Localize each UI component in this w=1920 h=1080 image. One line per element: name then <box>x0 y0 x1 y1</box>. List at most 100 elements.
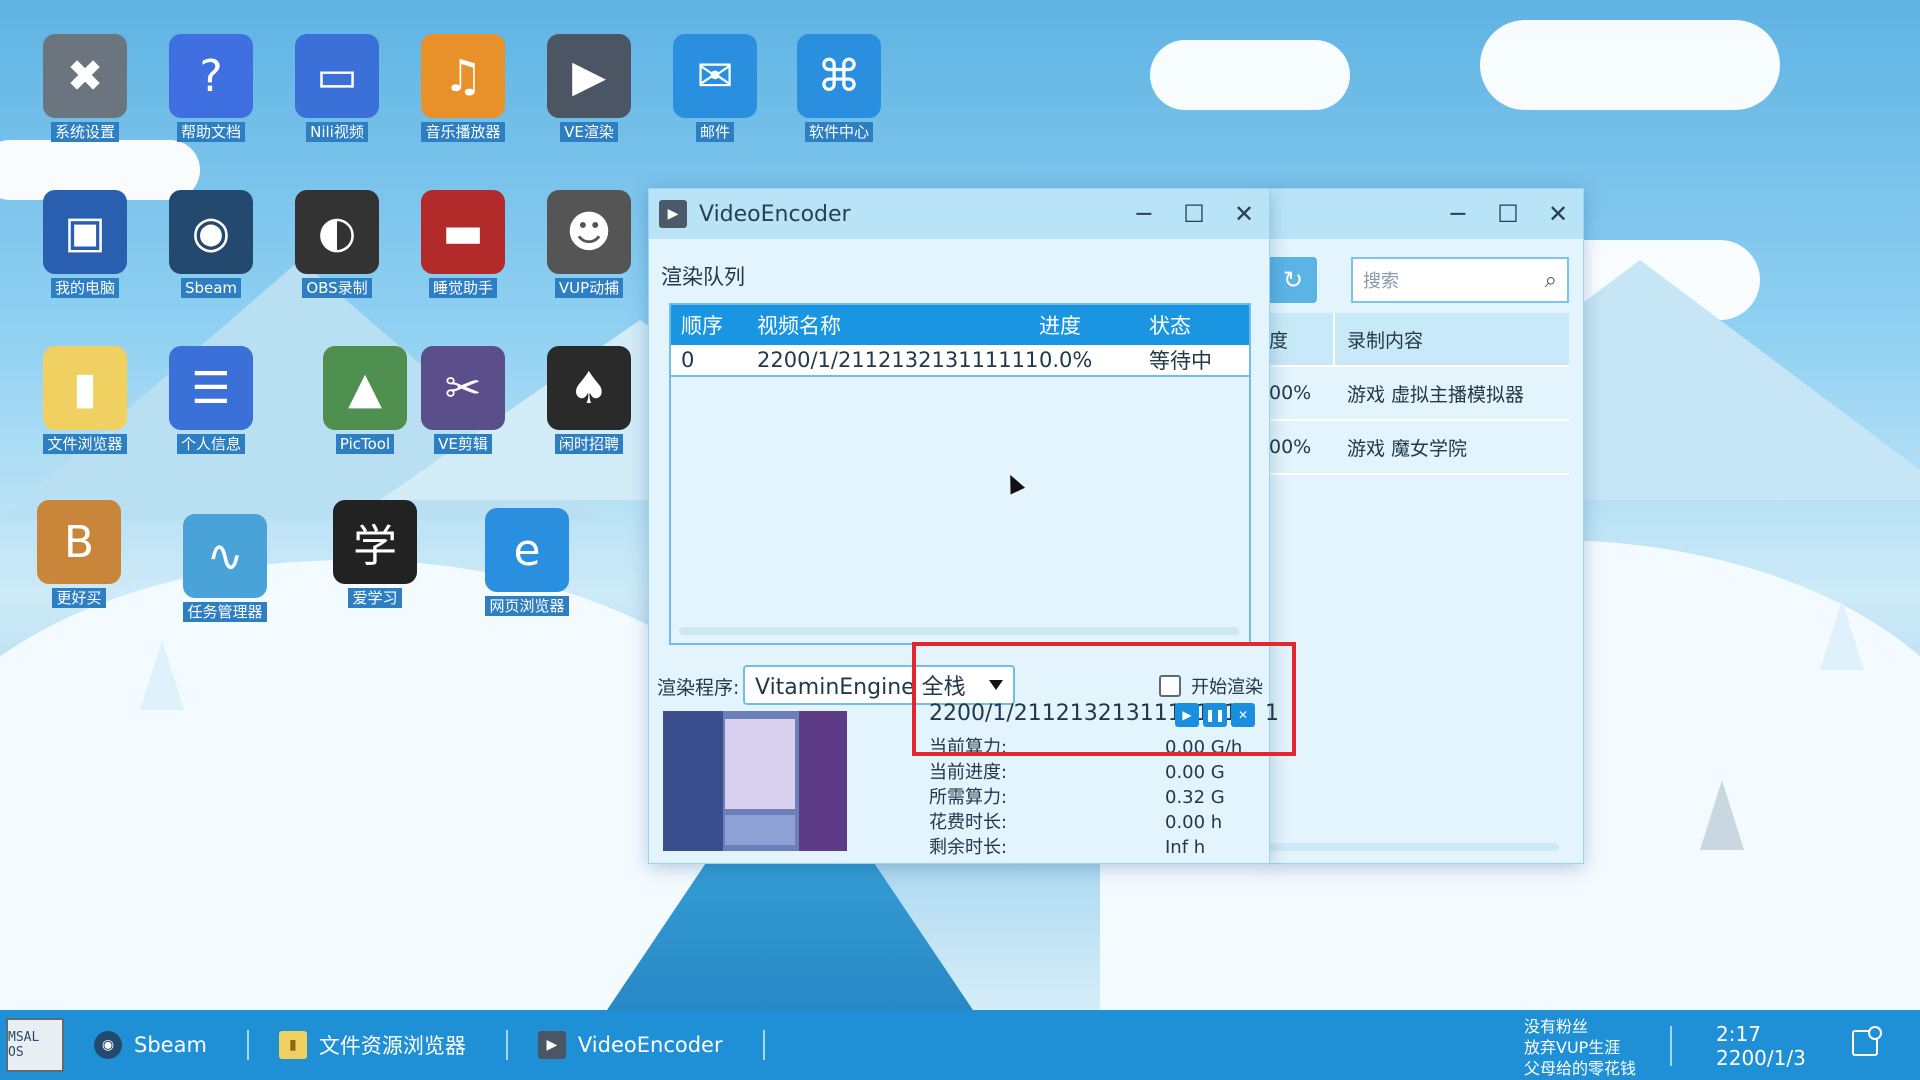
system-clock[interactable]: 2:17 2200/1/3 <box>1716 1022 1806 1070</box>
profile-icon: ☰ <box>169 346 253 430</box>
desktop-icon-study[interactable]: 学爱学习 <box>320 500 430 608</box>
engine-label: 渲染程序: <box>657 677 740 699</box>
taskbar-item-sbeam[interactable]: ◉ Sbeam <box>94 1030 249 1060</box>
minimize-button[interactable]: ─ <box>1433 189 1483 239</box>
browser-icon: e <box>485 508 569 592</box>
column-header-progress: 进度 <box>1039 314 1081 338</box>
encoder-icon: ▶ <box>537 1031 566 1059</box>
desktop-icon-help[interactable]: ? 帮助文档 <box>156 34 266 142</box>
desktop-icon-label: 帮助文档 <box>176 122 245 142</box>
desktop-icon-label: 我的电脑 <box>50 278 119 298</box>
desktop-icon-picture[interactable]: ▲ PicTool <box>310 346 420 454</box>
clock-time: 2:17 <box>1716 1022 1761 1046</box>
tray-message: 放弃VUP生涯 <box>1524 1038 1621 1057</box>
desktop-icon-obs[interactable]: ◐ OBS录制 <box>282 190 392 298</box>
clock-date: 2200/1/3 <box>1716 1046 1806 1070</box>
desktop-icon-encoder[interactable]: ▶ VE渲染 <box>534 34 644 142</box>
desktop-icon-computer[interactable]: ▣ 我的电脑 <box>30 190 140 298</box>
desktop-icon-mail[interactable]: ✉ 邮件 <box>660 34 770 142</box>
desktop-icon-label: Sbeam <box>180 278 242 298</box>
desktop-icon-profile[interactable]: ☰ 个人信息 <box>156 346 266 454</box>
desktop-icon-tools[interactable]: ✖ 系统设置 <box>30 34 140 142</box>
annotation-highlight-box <box>912 642 1296 756</box>
stat-row: 所需算力: 0.32 G <box>929 785 1249 810</box>
minimize-button[interactable]: ─ <box>1119 189 1169 239</box>
render-queue-table: 顺序 视频名称 进度 状态 0 2200/1/21121321311111111… <box>669 303 1251 645</box>
sbeam-icon: ◉ <box>94 1031 122 1059</box>
maximize-button[interactable]: ☐ <box>1169 189 1219 239</box>
tray-message: 父母给的零花钱 <box>1524 1059 1637 1078</box>
desktop-icon-label: Nili视频 <box>306 122 368 142</box>
tray-divider <box>1670 1026 1672 1066</box>
refresh-icon: ↻ <box>1282 266 1304 294</box>
stat-value: 0.32 G <box>1165 787 1225 808</box>
row-progress: 0.0% <box>1039 348 1093 372</box>
tray-message: 没有粉丝 <box>1524 1017 1589 1036</box>
maximize-button[interactable]: ☐ <box>1483 189 1533 239</box>
desktop-icon-sbeam[interactable]: ◉ Sbeam <box>156 190 266 298</box>
help-icon: ? <box>169 34 253 118</box>
notification-icon[interactable] <box>1852 1026 1882 1056</box>
tray-status-messages: 没有粉丝 放弃VUP生涯 父母给的零花钱 <box>1524 1016 1636 1079</box>
desktop-icon-bed[interactable]: ▬ 睡觉助手 <box>408 190 518 298</box>
refresh-button[interactable]: ↻ <box>1269 257 1317 303</box>
desktop-icon-folder[interactable]: ▮ 文件浏览器 <box>30 346 140 454</box>
taskbar-item-videoencoder[interactable]: ▶ VideoEncoder <box>537 1030 765 1060</box>
column-header-status: 状态 <box>1149 314 1191 338</box>
horizontal-scrollbar[interactable] <box>1269 843 1559 851</box>
desktop-icon-shop[interactable]: B 更好买 <box>24 500 134 608</box>
desktop-icon-headphones[interactable]: ♫ 音乐播放器 <box>408 34 518 142</box>
table-row[interactable]: 00% 游戏 虚拟主播模拟器 <box>1269 367 1569 421</box>
desktop-icon-label: 音乐播放器 <box>421 122 505 142</box>
desktop-icon-label: 任务管理器 <box>183 602 267 622</box>
window-titlebar[interactable]: ▶ VideoEncoder ─ ☐ ✕ <box>649 189 1269 239</box>
row-content: 游戏 魔女学院 <box>1347 437 1468 460</box>
start-button[interactable]: MSAL OS <box>6 1018 64 1072</box>
recording-table-header: 度 录制内容 <box>1269 313 1569 367</box>
desktop-icon-apps[interactable]: ⌘ 软件中心 <box>784 34 894 142</box>
table-row[interactable]: 00% 游戏 魔女学院 <box>1269 421 1569 475</box>
column-header-content: 录制内容 <box>1347 329 1424 352</box>
study-icon: 学 <box>333 500 417 584</box>
mail-icon: ✉ <box>673 34 757 118</box>
row-progress: 00% <box>1269 382 1312 404</box>
desktop-icon-label: 系统设置 <box>50 122 119 142</box>
stat-key: 剩余时长: <box>929 837 1008 858</box>
folder-icon: ▮ <box>278 1031 307 1059</box>
desktop-icon-label: VE渲染 <box>560 122 618 142</box>
taskbar-item-label: Sbeam <box>134 1033 207 1057</box>
task-manager-icon: ∿ <box>183 514 267 598</box>
vup-capture-icon: ☻ <box>547 190 631 274</box>
desktop-icon-task-manager[interactable]: ∿ 任务管理器 <box>170 514 280 622</box>
back-window-titlebar[interactable]: ─ ☐ ✕ <box>1269 189 1583 239</box>
horizontal-scrollbar[interactable] <box>679 627 1239 635</box>
stat-value: Inf h <box>1165 837 1206 858</box>
encoder-app-icon: ▶ <box>659 200 687 228</box>
tools-icon: ✖ <box>43 34 127 118</box>
desktop-icon-tv[interactable]: ▭ Nili视频 <box>282 34 392 142</box>
close-button[interactable]: ✕ <box>1219 189 1269 239</box>
tv-icon: ▭ <box>295 34 379 118</box>
search-input[interactable]: 搜索 ⌕ <box>1351 257 1569 303</box>
search-icon[interactable]: ⌕ <box>1545 268 1557 293</box>
taskbar-item-file-explorer[interactable]: ▮ 文件资源浏览器 <box>278 1030 508 1060</box>
desktop-icon-video-edit[interactable]: ✂ VE剪辑 <box>408 346 518 454</box>
desktop-icon-recruit[interactable]: ♠ 闲时招聘 <box>534 346 644 454</box>
queue-title: 渲染队列 <box>661 265 745 289</box>
video-thumbnail <box>663 711 847 851</box>
desktop-icon-label: 网页浏览器 <box>485 596 569 616</box>
row-progress: 00% <box>1269 436 1312 458</box>
picture-icon: ▲ <box>323 346 407 430</box>
desktop-icon-vup-capture[interactable]: ☻ VUP动捕 <box>534 190 644 298</box>
desktop-icon-browser[interactable]: e 网页浏览器 <box>472 508 582 616</box>
computer-icon: ▣ <box>43 190 127 274</box>
bed-icon: ▬ <box>421 190 505 274</box>
desktop-icon-label: PicTool <box>335 434 395 454</box>
close-button[interactable]: ✕ <box>1533 189 1583 239</box>
stat-value: 0.00 h <box>1165 812 1223 833</box>
stat-row: 剩余时长: Inf h <box>929 835 1249 860</box>
desktop-icon-label: 软件中心 <box>804 122 873 142</box>
window-title: VideoEncoder <box>699 201 851 227</box>
desktop-icon-label: 更好买 <box>52 588 106 608</box>
table-row[interactable]: 0 2200/1/2112132131111111111 0.0% 等待中 <box>671 345 1249 377</box>
